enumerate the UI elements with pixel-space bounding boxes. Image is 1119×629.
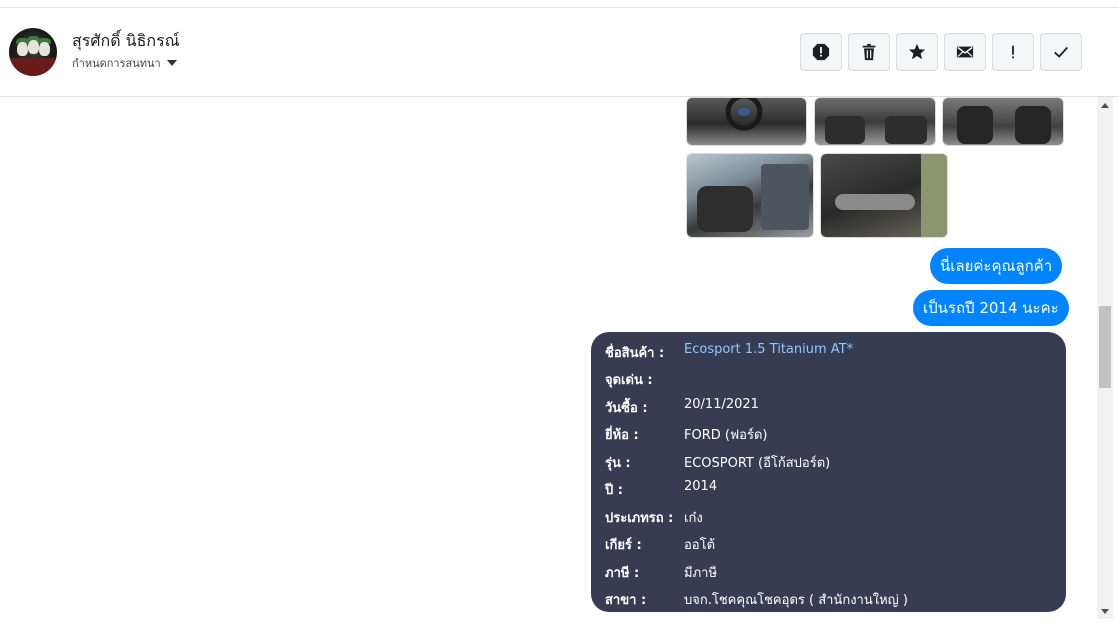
card-value: ออโต้: [684, 538, 716, 553]
exclamation-icon: [1012, 45, 1014, 59]
card-value: FORD (ฟอร์ด): [684, 428, 768, 443]
product-name-link[interactable]: Ecosport 1.5 Titanium AT*: [684, 342, 853, 363]
card-value: ECOSPORT (อีโก้สปอร์ต): [684, 456, 831, 471]
card-row-product-name: ชื่อสินค้า : Ecosport 1.5 Titanium AT*: [605, 342, 853, 363]
card-key: ประเภทรถ :: [605, 511, 674, 526]
report-button[interactable]: [800, 33, 842, 71]
arrow-down-icon: [1101, 608, 1109, 614]
card-key: ยี่ห้อ :: [605, 428, 639, 443]
mark-important-button[interactable]: [992, 33, 1034, 71]
card-row-tax: ภาษี : มีภาษี: [605, 562, 717, 583]
card-value: 2014: [684, 479, 718, 494]
card-key: ชื่อสินค้า :: [605, 346, 665, 361]
card-row-branch: สาขา : บจก.โชคคุณโชคอุดร ( สำนักงานใหญ่ …: [605, 589, 908, 610]
car-photo-dashboard[interactable]: [686, 97, 807, 146]
message-bubble: นี่เลยค่ะคุณลูกค้า: [930, 248, 1063, 284]
mail-icon: [956, 46, 974, 58]
avatar[interactable]: [9, 28, 57, 76]
car-photo-rear-seat[interactable]: [686, 153, 814, 238]
card-row-car-type: ประเภทรถ : เก๋ง: [605, 507, 703, 528]
contact-name: สุรศักดิ์ นิธิกรณ์: [72, 31, 180, 50]
card-key: วันซื้อ :: [605, 401, 648, 416]
mail-button[interactable]: [944, 33, 986, 71]
arrow-up-icon: [1101, 102, 1109, 108]
message-bubble: เป็นรถปี 2014 นะคะ: [913, 290, 1069, 326]
chat-header: สุรศักดิ์ นิธิกรณ์ กำหนดการสนทนา: [0, 8, 1119, 97]
product-info-card: ชื่อสินค้า : Ecosport 1.5 Titanium AT* จ…: [591, 332, 1066, 612]
trash-icon: [862, 43, 876, 61]
car-photo-door-panel[interactable]: [820, 153, 948, 238]
card-row-highlight: จุดเด่น :: [605, 369, 684, 390]
car-photo-center-console[interactable]: [814, 97, 936, 146]
conversation-schedule-label: กำหนดการสนทนา: [72, 57, 161, 70]
star-button[interactable]: [896, 33, 938, 71]
card-row-purchase-date: วันซื้อ : 20/11/2021: [605, 397, 759, 418]
card-value: 20/11/2021: [684, 397, 759, 412]
card-key: ปี :: [605, 483, 623, 498]
caret-down-icon: [166, 60, 177, 66]
car-photo-front-seats[interactable]: [942, 97, 1064, 146]
card-key: เกียร์ :: [605, 538, 642, 553]
card-key: จุดเด่น :: [605, 373, 653, 388]
card-key: รุ่น :: [605, 456, 631, 471]
delete-button[interactable]: [848, 33, 890, 71]
card-key: ภาษี :: [605, 566, 640, 581]
card-value: เก๋ง: [684, 511, 703, 526]
card-row-gear: เกียร์ : ออโต้: [605, 534, 715, 555]
star-icon: [908, 43, 926, 60]
card-row-brand: ยี่ห้อ : FORD (ฟอร์ด): [605, 424, 767, 445]
mark-done-button[interactable]: [1040, 33, 1082, 71]
top-strip: [0, 0, 1119, 8]
report-icon: [812, 43, 830, 61]
card-value: มีภาษี: [684, 566, 718, 581]
scroll-up-button[interactable]: [1097, 97, 1113, 113]
card-key: สาขา :: [605, 593, 647, 608]
card-row-model: รุ่น : ECOSPORT (อีโก้สปอร์ต): [605, 452, 830, 473]
card-value: บจก.โชคคุณโชคอุดร ( สำนักงานใหญ่ ): [684, 593, 908, 608]
scrollbar-thumb[interactable]: [1099, 306, 1111, 388]
scroll-down-button[interactable]: [1097, 603, 1113, 619]
check-icon: [1054, 46, 1068, 58]
vertical-scrollbar[interactable]: [1097, 97, 1113, 619]
card-row-year: ปี : 2014: [605, 479, 717, 500]
conversation-schedule-dropdown[interactable]: กำหนดการสนทนา: [72, 54, 177, 72]
action-toolbar: [800, 33, 1082, 71]
